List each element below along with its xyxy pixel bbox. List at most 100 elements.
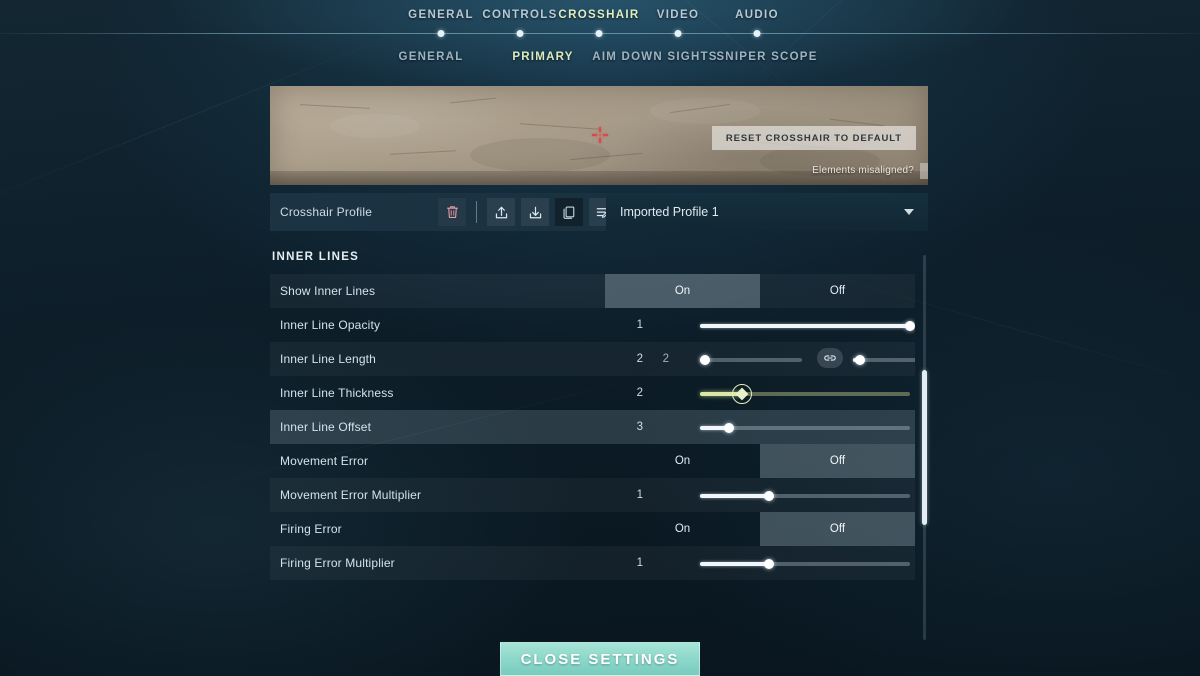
settings-row-label: Inner Line Offset [280, 420, 372, 434]
delete-profile-button[interactable] [438, 198, 466, 226]
slider-1[interactable] [700, 321, 915, 331]
settings-row-label: Firing Error [280, 522, 342, 536]
settings-row: Inner Line Thickness 2 [270, 376, 915, 410]
settings-row: Show Inner Lines On Off [270, 274, 915, 308]
toggle-option-on[interactable]: On [605, 444, 760, 478]
slider-secondary[interactable] [853, 355, 915, 365]
slider-value: 3 [636, 421, 643, 433]
toggle-group: On Off [605, 274, 915, 308]
settings-row-label: Show Inner Lines [280, 284, 376, 298]
slider-fill [700, 494, 770, 498]
import-profile-button[interactable] [487, 198, 515, 226]
duplicate-profile-button[interactable] [555, 198, 583, 226]
slider-handle[interactable] [764, 491, 775, 501]
settings-row: Inner Line Opacity 1 [270, 308, 915, 342]
primary-nav-dot[interactable] [595, 30, 603, 37]
misaligned-helper-chip[interactable] [920, 163, 928, 179]
slider-fill [700, 324, 910, 328]
primary-nav-item-crosshair[interactable]: CROSSHAIR [558, 9, 639, 21]
settings-row-label: Inner Line Length [280, 352, 376, 366]
download-icon [529, 206, 541, 218]
settings-row-label: Inner Line Thickness [280, 386, 394, 400]
slider-3[interactable] [700, 384, 910, 404]
toggle-option-off[interactable]: Off [760, 274, 915, 308]
crosshair-preview: RESET CROSSHAIR TO DEFAULT Elements misa… [270, 86, 928, 185]
settings-row-control: On Off [605, 274, 915, 308]
export-profile-button[interactable] [521, 198, 549, 226]
crosshair-profile-dropdown[interactable]: Imported Profile 1 [606, 193, 928, 231]
crosshair-profile-selected-value: Imported Profile 1 [620, 205, 719, 219]
crosshair-profile-label: Crosshair Profile [280, 205, 373, 219]
secondary-nav-item-sniper-scope[interactable]: SNIPER SCOPE [716, 51, 817, 63]
settings-row: Inner Line Length 2 2 [270, 342, 915, 376]
settings-row: Movement Error Multiplier 1 [270, 478, 915, 512]
slider-primary[interactable] [700, 355, 802, 365]
slider-8[interactable] [700, 559, 910, 569]
primary-nav-item-controls[interactable]: CONTROLS [482, 9, 557, 21]
slider-value: 1 [636, 489, 643, 501]
crosshair-settings-panel: RESET CROSSHAIR TO DEFAULT Elements misa… [270, 86, 928, 585]
upload-icon [495, 206, 507, 218]
toggle-option-off[interactable]: Off [760, 512, 915, 546]
settings-row-label: Firing Error Multiplier [280, 556, 395, 570]
slider-handle[interactable] [700, 355, 711, 365]
settings-row-label: Movement Error Multiplier [280, 488, 422, 502]
icon-divider [476, 201, 477, 223]
primary-nav-item-general[interactable]: GENERAL [408, 9, 474, 21]
reset-crosshair-button[interactable]: RESET CROSSHAIR TO DEFAULT [711, 126, 916, 150]
link-values-toggle[interactable] [817, 348, 843, 368]
slider-value: 1 [636, 319, 643, 331]
slider-value: 2 [636, 387, 643, 399]
settings-row-control: 1 [605, 478, 915, 512]
toggle-option-off[interactable]: Off [760, 444, 915, 478]
toggle-group: On Off [605, 444, 915, 478]
elements-misaligned-link[interactable]: Elements misaligned? [812, 165, 914, 176]
secondary-nav: GENERAL PRIMARY AIM DOWN SIGHTS SNIPER SCOP… [0, 45, 1200, 75]
settings-row-label: Inner Line Opacity [280, 318, 381, 332]
copy-icon [563, 206, 575, 219]
primary-nav: GENERAL CONTROLS CROSSHAIR VIDEO AUDIO [0, 0, 1200, 37]
settings-row-control: On Off [605, 512, 915, 546]
slider-handle[interactable] [855, 355, 866, 365]
settings-scrollbar-thumb[interactable] [922, 370, 927, 525]
slider-6[interactable] [700, 491, 910, 501]
settings-row-control: 3 [605, 410, 915, 444]
toggle-option-on[interactable]: On [605, 274, 760, 308]
settings-row-control: 1 [605, 546, 915, 580]
crosshair-profile-bar: Crosshair Profile Imported Profile 1 [270, 193, 928, 231]
section-header-inner-lines: INNER LINES [272, 251, 360, 263]
settings-row-control: 2 [605, 376, 915, 410]
link-chain-icon [824, 355, 836, 361]
crosshair-preview-reticle [592, 127, 608, 143]
primary-nav-dot[interactable] [516, 30, 524, 37]
slider-value: 1 [636, 557, 643, 569]
settings-list: Show Inner Lines On Off Inner Line Opacity 1… [270, 274, 915, 585]
settings-row: Movement Error On Off [270, 444, 915, 478]
primary-nav-dot[interactable] [674, 30, 682, 37]
close-settings-button[interactable]: CLOSE SETTINGS [500, 642, 700, 676]
slider-handle[interactable] [764, 559, 775, 569]
secondary-nav-item-aim-down-sights[interactable]: AIM DOWN SIGHTS [592, 51, 717, 63]
slider-4[interactable] [700, 423, 910, 433]
slider-track [700, 358, 802, 362]
slider-handle[interactable] [905, 321, 915, 331]
primary-nav-item-video[interactable]: VIDEO [657, 9, 700, 21]
settings-row-control: 1 [605, 308, 915, 342]
slider-fill [700, 562, 770, 566]
settings-screen: GENERAL CONTROLS CROSSHAIR VIDEO AUDIO GENER… [0, 0, 1200, 676]
slider-value: 2 [636, 353, 643, 365]
settings-row-control: On Off [605, 444, 915, 478]
settings-row-label: Movement Error [280, 454, 369, 468]
primary-nav-dot[interactable] [437, 30, 445, 37]
slider-handle[interactable] [724, 423, 735, 433]
secondary-nav-item-general[interactable]: GENERAL [399, 51, 464, 63]
secondary-nav-item-primary[interactable]: PRIMARY [512, 51, 573, 63]
settings-row: Firing Error On Off [270, 512, 915, 546]
profile-action-buttons [438, 198, 617, 226]
toggle-option-on[interactable]: On [605, 512, 760, 546]
primary-nav-dot[interactable] [753, 30, 761, 37]
primary-nav-item-audio[interactable]: AUDIO [735, 9, 779, 21]
slider-handle[interactable] [732, 384, 752, 404]
trash-icon [446, 206, 458, 218]
chevron-down-icon [904, 209, 914, 215]
